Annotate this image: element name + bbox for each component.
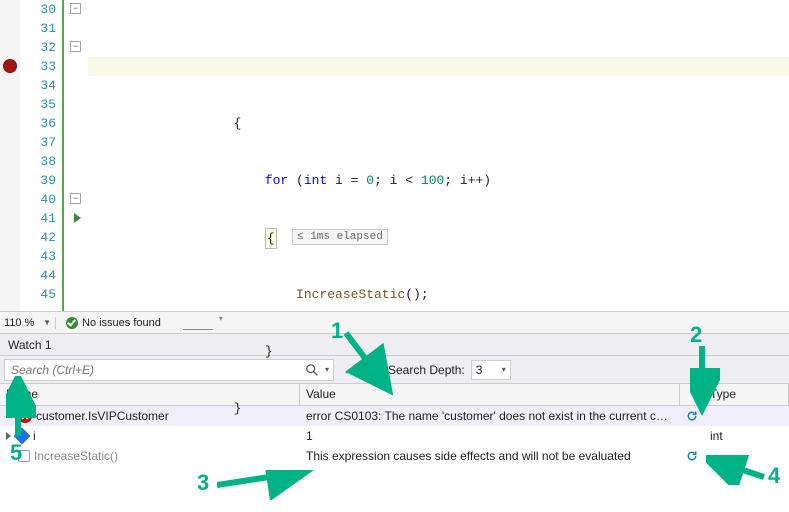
code-text: ; i++) xyxy=(444,173,491,188)
line-number: 39 xyxy=(20,171,56,190)
code-text: ( xyxy=(288,173,304,188)
line-number: 40 xyxy=(20,190,56,209)
type: int xyxy=(304,173,327,188)
next-statement-icon[interactable] xyxy=(74,213,81,223)
code-area[interactable]: public void Foo() { for (int i = 0; i < … xyxy=(88,0,789,311)
fold-toggle-icon[interactable]: − xyxy=(70,193,81,204)
keyword: for xyxy=(265,173,288,188)
line-number: 45 xyxy=(20,285,56,304)
variable-icon xyxy=(14,428,31,445)
line-number: 43 xyxy=(20,247,56,266)
fold-toggle-icon[interactable]: − xyxy=(70,41,81,52)
code-editor[interactable]: 30 31 32 33 34 35 36 37 38 39 40 41 42 4… xyxy=(0,0,789,312)
line-number: 38 xyxy=(20,152,56,171)
code-text: } xyxy=(140,399,789,418)
zoom-value: 110 % xyxy=(4,317,34,329)
expand-toggle-icon[interactable] xyxy=(6,432,11,440)
code-text: { xyxy=(140,114,789,133)
line-number: 44 xyxy=(20,266,56,285)
code-text: ; i < xyxy=(374,173,421,188)
check-icon xyxy=(66,317,78,329)
line-number: 31 xyxy=(20,19,56,38)
zoom-dropdown[interactable]: 110 % ▼ xyxy=(0,317,56,329)
line-number-gutter: 30 31 32 33 34 35 36 37 38 39 40 41 42 4… xyxy=(20,0,62,311)
line-number: 41 xyxy=(20,209,56,228)
line-number: 34 xyxy=(20,76,56,95)
fold-toggle-icon[interactable]: − xyxy=(70,3,81,14)
code-text xyxy=(140,287,296,302)
method-icon xyxy=(18,450,30,462)
expander-placeholder xyxy=(6,452,14,460)
code-text: i = xyxy=(327,173,366,188)
code-text xyxy=(140,173,265,188)
current-statement: { xyxy=(265,228,277,249)
number-literal: 0 xyxy=(366,173,374,188)
breakpoint-icon[interactable] xyxy=(3,59,17,73)
chevron-down-icon: ▼ xyxy=(43,318,51,327)
breakpoint-gutter[interactable] xyxy=(0,0,20,311)
number-literal: 100 xyxy=(421,173,444,188)
line-number: 33 xyxy=(20,57,56,76)
line-number: 35 xyxy=(20,95,56,114)
line-number: 30 xyxy=(20,0,56,19)
expander-placeholder xyxy=(6,412,14,420)
error-icon xyxy=(18,409,32,423)
code-text: (); xyxy=(405,287,428,302)
line-number: 36 xyxy=(20,114,56,133)
file-health-scrubber[interactable] xyxy=(183,316,213,330)
watch-name[interactable]: IncreaseStatic() xyxy=(34,449,118,463)
method-call: IncreaseStatic xyxy=(296,287,405,302)
watch-name[interactable]: i xyxy=(33,429,36,443)
perf-tip: ≤ 1ms elapsed xyxy=(292,229,388,245)
code-text xyxy=(140,456,789,475)
line-number: 32 xyxy=(20,38,56,57)
outline-gutter[interactable]: − − − xyxy=(62,0,88,311)
line-number: 37 xyxy=(20,133,56,152)
line-number: 42 xyxy=(20,228,56,247)
code-text: } xyxy=(140,342,789,361)
